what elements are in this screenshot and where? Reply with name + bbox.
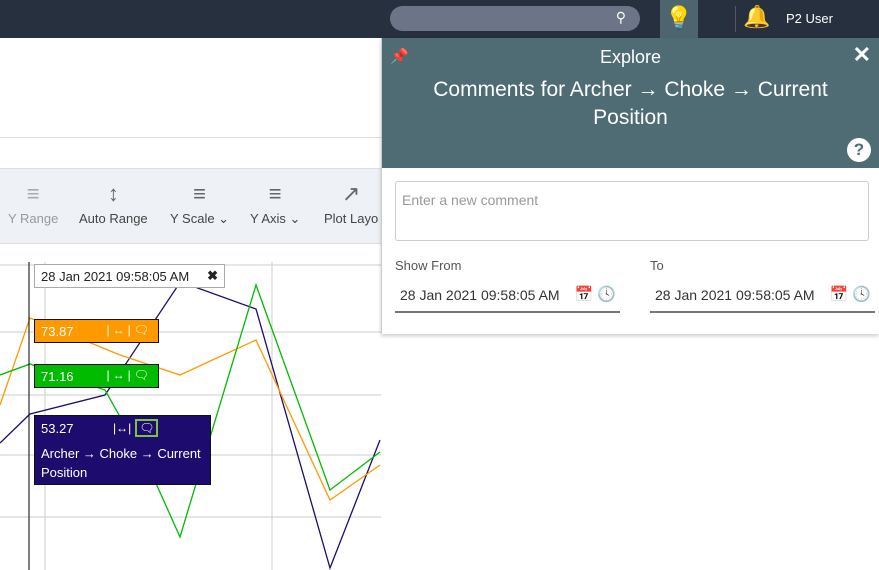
search-input[interactable]: ⚲ bbox=[390, 6, 640, 31]
user-menu[interactable]: P2 User bbox=[786, 11, 833, 26]
value-label-orange: 73.87 |↔|🗨 bbox=[34, 319, 159, 343]
y-axis-button[interactable]: ≡ Y Axis ⌄ bbox=[250, 181, 300, 227]
value: 28 Jan 2021 09:58:05 AM bbox=[655, 287, 815, 303]
label: Y Axis ⌄ bbox=[250, 211, 301, 226]
close-icon[interactable]: ✕ bbox=[853, 42, 871, 68]
comment-icon[interactable]: 🗨 bbox=[135, 419, 159, 437]
show-from-field[interactable]: 28 Jan 2021 09:58:05 AM 📅 🕓 bbox=[395, 281, 620, 313]
value: 53.27 bbox=[41, 421, 74, 436]
value: 28 Jan 2021 09:58:05 AM bbox=[400, 287, 560, 303]
y-axis-icon: ≡ bbox=[268, 181, 282, 206]
cursor-time: 28 Jan 2021 09:58:05 AM bbox=[41, 269, 190, 284]
plot-layout-button[interactable]: ↗ Plot Layo bbox=[324, 181, 378, 226]
comment-icon[interactable]: 🗨 bbox=[134, 368, 152, 382]
y-scale-button[interactable]: ≡ Y Scale ⌄ bbox=[170, 181, 229, 227]
y-scale-icon: ≡ bbox=[193, 181, 206, 206]
to-label: To bbox=[650, 258, 664, 273]
value-label-blue: 53.27 |↔| 🗨 Archer → Choke → Current Posi… bbox=[34, 415, 211, 485]
show-from-label: Show From bbox=[395, 258, 462, 273]
series-name: Archer → Choke → Current Position bbox=[41, 446, 201, 480]
bell-icon[interactable]: 🔔 bbox=[743, 4, 770, 30]
fit-width-icon[interactable]: |↔| bbox=[113, 421, 131, 435]
line-chart-icon: ↗ bbox=[341, 181, 361, 206]
auto-range-button[interactable]: ↕ Auto Range bbox=[79, 181, 148, 226]
value: 71.16 bbox=[41, 369, 74, 384]
comment-icon[interactable]: 🗨 bbox=[134, 323, 152, 337]
panel-title: Comments for Archer → Choke → Current Po… bbox=[433, 78, 828, 129]
pin-icon[interactable]: 📌 bbox=[390, 47, 409, 65]
clock-icon[interactable]: 🕓 bbox=[597, 286, 616, 303]
label: Auto Range bbox=[79, 211, 148, 226]
value-label-green: 71.16 |↔|🗨 bbox=[34, 364, 159, 388]
value: 73.87 bbox=[41, 324, 74, 339]
fit-width-icon[interactable]: |↔| bbox=[107, 323, 134, 337]
label: Y Scale ⌄ bbox=[170, 211, 230, 226]
search-icon[interactable]: ⚲ bbox=[616, 9, 626, 26]
y-range-icon: ≡ bbox=[26, 181, 40, 206]
label: Y Range bbox=[8, 211, 59, 226]
vertical-arrows-icon: ↕ bbox=[107, 181, 119, 206]
y-range-button[interactable]: ≡ Y Range bbox=[8, 181, 58, 226]
trend-chart[interactable] bbox=[0, 245, 381, 570]
clock-icon[interactable]: 🕓 bbox=[852, 286, 871, 303]
divider bbox=[735, 6, 736, 32]
cursor-time-flag: 28 Jan 2021 09:58:05 AM ✖ bbox=[34, 264, 225, 288]
calendar-icon[interactable]: 📅 bbox=[574, 286, 593, 303]
lightbulb-icon[interactable]: 💡 bbox=[660, 0, 698, 38]
chart-toolbar: ≡ Y Range ↕ Auto Range ≡ Y Scale ⌄ ≡ Y Axis … bbox=[0, 168, 381, 244]
comment-input[interactable]: Enter a new comment bbox=[395, 181, 869, 241]
explore-panel: 📌 ✕ Explore Comments for Archer → Choke … bbox=[381, 38, 879, 334]
label: Plot Layo bbox=[324, 211, 379, 226]
panel-header: 📌 ✕ Explore Comments for Archer → Choke … bbox=[382, 38, 879, 168]
help-icon[interactable]: ? bbox=[847, 138, 871, 162]
to-field[interactable]: 28 Jan 2021 09:58:05 AM 📅 🕓 bbox=[650, 281, 875, 313]
fit-width-icon[interactable]: |↔| bbox=[107, 368, 134, 382]
close-icon[interactable]: ✖ bbox=[207, 268, 218, 284]
panel-label: Explore bbox=[599, 47, 662, 67]
top-bar: ⚲ 💡 🔔 P2 User bbox=[0, 0, 879, 38]
calendar-icon[interactable]: 📅 bbox=[829, 286, 848, 303]
content-header bbox=[0, 38, 381, 138]
